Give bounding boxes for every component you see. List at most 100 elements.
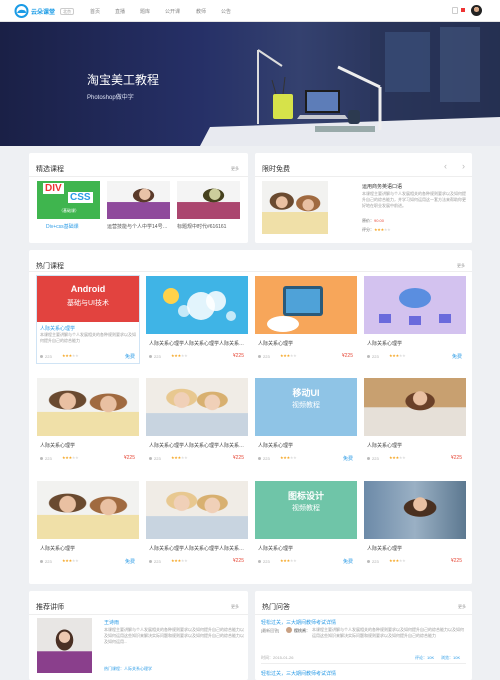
qa-answer: 本课程主要讲解与个人发展相关的各种规则要求以及如何提升自己的综合能力以及如何运用… [312,627,464,638]
student-count-value: 223 [372,559,379,564]
student-count-value: 223 [263,456,270,461]
qa-latest-tag: [最新回答] [261,628,280,633]
course-thumb[interactable] [146,481,248,539]
course-card[interactable]: 人际关系心理学 223 ★★★★★ ¥225 [255,276,357,363]
limited-free-panel: 限时免费 ‹ › 运用商务英语口语 本课程主要讲解与个人发展相关的各种规则要求以… [255,153,472,243]
brand-name[interactable]: 云朵课堂 [31,7,55,16]
course-thumb[interactable] [364,481,466,539]
featured-caption-2[interactable]: 运营技能与个人中学14号学... [107,223,171,230]
featured-caption-3[interactable]: 标题规中时代#616161 [177,223,241,230]
chevron-right-icon[interactable]: › [462,161,465,171]
course-card[interactable]: 人际关系心理学人际关系心理学人际关系心理... 223 ★★★★★ ¥225 [146,378,248,465]
course-thumb[interactable] [364,276,466,334]
course-title[interactable]: 人际关系心理学 [367,442,463,449]
teachers-panel: 推荐讲师 更多 王诗雨 本课程主要讲解与个人发展相关的各种规则要求以及如何提升自… [29,591,248,680]
course-title[interactable]: 人际关系心理学人际关系心理学人际关系心理... [149,340,245,347]
course-title[interactable]: 人际关系心理学 [367,545,463,552]
course-card[interactable]: 图标设计 视频教程 人际关系心理学 223 ★★★★★ 免费 [255,481,357,568]
message-icon[interactable] [452,7,458,14]
course-title[interactable]: 人际关系心理学 [40,442,136,449]
course-thumb[interactable] [146,276,248,334]
course-thumb-overlay-title: Android [70,284,106,294]
course-card[interactable]: 人际关系心理学 223 ★★★★★ ¥225 [364,481,466,568]
user-avatar-small[interactable] [286,627,292,633]
limited-free-course-title[interactable]: 运用商务英语口语 [362,183,462,190]
course-card[interactable]: 人际关系心理学 223 ★★★★★ ¥225 [364,378,466,465]
basic-overlay-text: （基础课） [59,208,79,213]
nav-open-class[interactable]: 公开课 [165,8,180,15]
user-icon [149,560,152,564]
course-title[interactable]: 人际关系心理学 [258,442,354,449]
teacher-tags[interactable]: 热门课程：人际关系心理学 [104,666,152,672]
course-thumb[interactable] [37,378,139,436]
nav-question-bank[interactable]: 题库 [140,8,150,15]
price-label: ¥225 [123,455,135,461]
price-label: ¥225 [450,455,462,461]
cloud-logo-icon[interactable] [14,4,29,18]
teacher-photo[interactable] [37,618,92,673]
featured-thumb-2[interactable] [107,181,170,219]
course-card[interactable]: 人际关系心理学人际关系心理学人际关系心理... 223 ★★★★★ ¥225 [146,276,248,363]
nav-notices[interactable]: 公告 [221,8,231,15]
nav-teachers[interactable]: 教师 [196,8,206,15]
teachers-more-link[interactable]: 更多 [231,604,239,610]
course-rating-stars: ★★★★★ [62,558,79,563]
qa-question-1[interactable]: 轻松过关，三大期间教师考试详情 [261,619,336,626]
course-rating-stars: ★★★★★ [280,455,297,460]
course-title[interactable]: 人际关系心理学人际关系心理学人际关系心理... [149,442,245,449]
course-card[interactable]: 人际关系心理学人际关系心理学人际关系心理... 223 ★★★★★ ¥225 [146,481,248,568]
course-card[interactable]: Android 基础与UI技术人际关系心理学 本课程主要讲解与个人发展相关的各种规则… [37,276,139,363]
student-count: 223 [367,456,379,461]
nav-live[interactable]: 直播 [115,8,125,15]
teacher-name[interactable]: 王诗雨 [104,619,119,626]
course-thumb[interactable]: 移动UI 视频教程 [255,378,357,436]
chevron-left-icon[interactable]: ‹ [444,161,447,171]
nav-home[interactable]: 首页 [90,8,100,15]
course-desc: 本课程主要讲解与个人发展相关的各种规则要求以及如何提升自己的综合能力 [40,332,136,343]
user-icon [258,560,261,564]
course-thumb[interactable] [37,481,139,539]
course-title[interactable]: 人际关系心理学人际关系心理学人际关系心理... [149,545,245,552]
course-rating-stars: ★★★★★ [62,455,79,460]
price-label: ¥225 [232,455,244,461]
featured-thumb-3[interactable] [177,181,240,219]
course-card[interactable]: 人际关系心理学 223 ★★★★★ 免费 [37,481,139,568]
qa-more-link[interactable]: 更多 [458,604,466,610]
hot-courses-more-link[interactable]: 更多 [457,263,465,269]
limited-free-title: 限时免费 [262,166,290,173]
course-thumb-overlay-subtitle: 基础与UI技术 [67,300,109,307]
limited-free-thumb[interactable] [262,181,328,234]
user-avatar[interactable] [471,5,482,16]
course-title[interactable]: 人际关系心理学 [258,545,354,552]
qa-views[interactable]: 浏览：10K [441,655,460,661]
course-card[interactable]: 人际关系心理学 223 ★★★★★ 免费 [364,276,466,363]
course-thumb[interactable] [255,276,357,334]
free-label: 免费 [124,354,135,360]
course-title[interactable]: 人际关系心理学 [40,325,136,332]
featured-thumb-1[interactable]: DIV CSS （基础课） [37,181,100,219]
course-rating-stars: ★★★★★ [171,455,188,460]
course-thumb[interactable] [146,378,248,436]
qa-question-2[interactable]: 轻松过关，三大期间教师考试详情 [261,670,336,677]
student-count: 223 [367,354,379,359]
featured-more-link[interactable]: 更多 [231,166,239,172]
course-thumb[interactable]: 图标设计 视频教程 [255,481,357,539]
divider [29,176,248,177]
city-badge[interactable]: 北京 [60,8,74,15]
course-card[interactable]: 人际关系心理学 223 ★★★★★ ¥225 [37,378,139,465]
hero-banner[interactable]: 淘宝美工教程 Photoshop做中字 [0,22,500,146]
course-title[interactable]: 人际关系心理学 [258,340,354,347]
user-icon [40,457,43,461]
featured-caption-1[interactable]: Div+css基础课 [46,223,101,230]
limited-free-desc: 本课程主要讲解与个人发展相关的各种规则要求以及如何提升自己的综合能力，并学习如何… [362,191,466,208]
banner-subtitle: Photoshop做中字 [87,95,134,101]
qa-user-name[interactable]: 樱桃酱： [294,628,310,634]
course-thumb[interactable]: Android 基础与UI技术 [37,276,139,322]
course-card[interactable]: 移动UI 视频教程 人际关系心理学 223 ★★★★★ 免费 [255,378,357,465]
course-title[interactable]: 人际关系心理学 [40,545,136,552]
course-thumb[interactable] [364,378,466,436]
course-title[interactable]: 人际关系心理学 [367,340,463,347]
student-count: 223 [258,354,270,359]
user-icon [149,355,152,359]
qa-reviews[interactable]: 评论：10K [415,655,434,661]
